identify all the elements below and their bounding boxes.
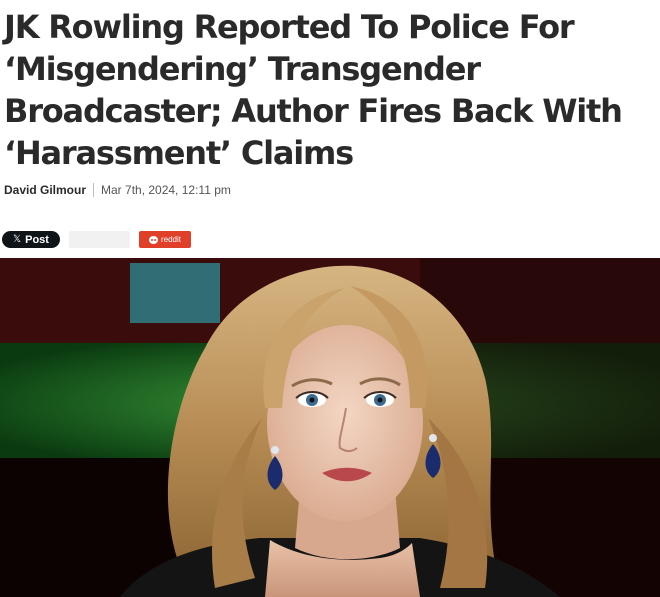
x-logo-icon: 𝕏	[13, 234, 22, 245]
reddit-label: reddit	[160, 235, 181, 244]
publish-date: Mar 7th, 2024, 12:11 pm	[101, 183, 231, 197]
reddit-alien-icon	[148, 235, 158, 244]
byline: David Gilmour Mar 7th, 2024, 12:11 pm	[4, 183, 231, 197]
headline-line: ‘Harassment’ Claims	[4, 134, 354, 172]
portrait-photo	[0, 258, 660, 597]
share-button-placeholder[interactable]	[69, 231, 130, 248]
article-headline: JK Rowling Reported To Police For ‘Misge…	[4, 6, 654, 174]
x-post-button[interactable]: 𝕏 Post	[2, 231, 60, 248]
headline-line: JK Rowling Reported To Police For	[4, 8, 575, 46]
byline-divider	[93, 183, 95, 197]
author-link[interactable]: David Gilmour	[4, 183, 86, 197]
article-hero-image	[0, 258, 660, 597]
reddit-share-button[interactable]: reddit	[139, 231, 191, 248]
headline-line: ‘Misgendering’ Transgender	[4, 50, 481, 88]
x-post-label: Post	[25, 233, 49, 246]
headline-line: Broadcaster; Author Fires Back With	[4, 92, 623, 130]
